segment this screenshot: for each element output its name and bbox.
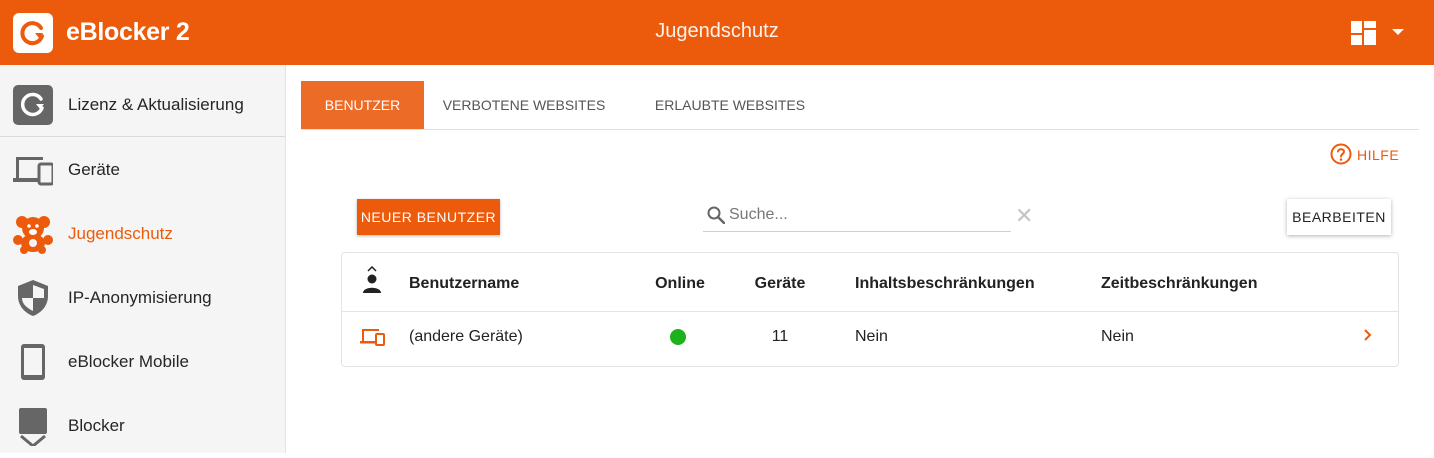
search-placeholder: Suche... xyxy=(729,206,788,223)
tab-bar: BENUTZER VERBOTENE WEBSITES ERLAUBTE WEB… xyxy=(301,81,1419,130)
online-status-dot xyxy=(670,329,686,345)
sidebar: Lizenz & Aktualisierung Geräte Jugendsch… xyxy=(0,65,286,453)
sidebar-item-parental-control[interactable]: Jugendschutz xyxy=(0,202,285,266)
sidebar-item-label: Geräte xyxy=(68,160,120,179)
edit-button[interactable]: BEARBEITEN xyxy=(1287,199,1391,235)
tab-users[interactable]: BENUTZER xyxy=(301,81,424,129)
sidebar-item-blocker[interactable]: Blocker xyxy=(0,394,285,458)
sidebar-item-ip-anonymization[interactable]: IP-Anonymisierung xyxy=(0,266,285,330)
sort-user-icon[interactable] xyxy=(362,266,382,294)
sidebar-item-license[interactable]: Lizenz & Aktualisierung xyxy=(0,73,285,137)
sidebar-item-label: Jugendschutz xyxy=(68,224,173,243)
chevron-down-icon[interactable] xyxy=(1392,29,1404,35)
teddy-bear-icon xyxy=(13,216,53,254)
cell-content-restrictions: Nein xyxy=(855,328,888,345)
sidebar-item-label: Blocker xyxy=(68,416,125,435)
cell-username: (andere Geräte) xyxy=(409,328,523,345)
sidebar-item-eblocker-mobile[interactable]: eBlocker Mobile xyxy=(0,330,285,394)
cell-time-restrictions: Nein xyxy=(1101,328,1134,345)
users-table: Benutzername Online Geräte Inhaltsbeschr… xyxy=(341,252,1399,367)
column-header-time-restrictions[interactable]: Zeitbeschränkungen xyxy=(1101,253,1257,311)
clear-search-icon[interactable]: ✕ xyxy=(1015,205,1033,227)
shield-icon xyxy=(18,280,48,316)
top-bar: eBlocker 2 Jugendschutz xyxy=(0,0,1434,65)
sidebar-item-label: eBlocker Mobile xyxy=(68,352,189,371)
tab-blocked-websites[interactable]: VERBOTENE WEBSITES xyxy=(434,81,614,129)
chevron-right-icon[interactable] xyxy=(1363,327,1373,343)
blocker-icon xyxy=(19,408,47,446)
cell-devices: 11 xyxy=(771,328,789,345)
help-label: HILFE xyxy=(1357,147,1400,163)
search-input[interactable]: Suche... xyxy=(703,199,1011,232)
search-icon xyxy=(707,206,725,224)
page-title: Jugendschutz xyxy=(655,20,779,42)
devices-icon xyxy=(360,329,385,346)
sidebar-item-label: IP-Anonymisierung xyxy=(68,288,212,307)
tab-allowed-websites[interactable]: ERLAUBTE WEBSITES xyxy=(640,81,820,129)
help-icon xyxy=(1330,143,1352,165)
dashboard-icon[interactable] xyxy=(1351,21,1376,45)
mobile-icon xyxy=(21,344,45,380)
column-header-online[interactable]: Online xyxy=(640,253,720,311)
sidebar-item-devices[interactable]: Geräte xyxy=(0,138,285,202)
column-header-username[interactable]: Benutzername xyxy=(409,253,519,311)
column-header-content-restrictions[interactable]: Inhaltsbeschränkungen xyxy=(855,253,1035,311)
new-user-button[interactable]: NEUER BENUTZER xyxy=(357,199,500,235)
sidebar-item-label: Lizenz & Aktualisierung xyxy=(68,95,244,114)
devices-icon xyxy=(13,157,53,186)
column-header-devices[interactable]: Geräte xyxy=(740,253,820,311)
update-icon xyxy=(13,85,53,125)
